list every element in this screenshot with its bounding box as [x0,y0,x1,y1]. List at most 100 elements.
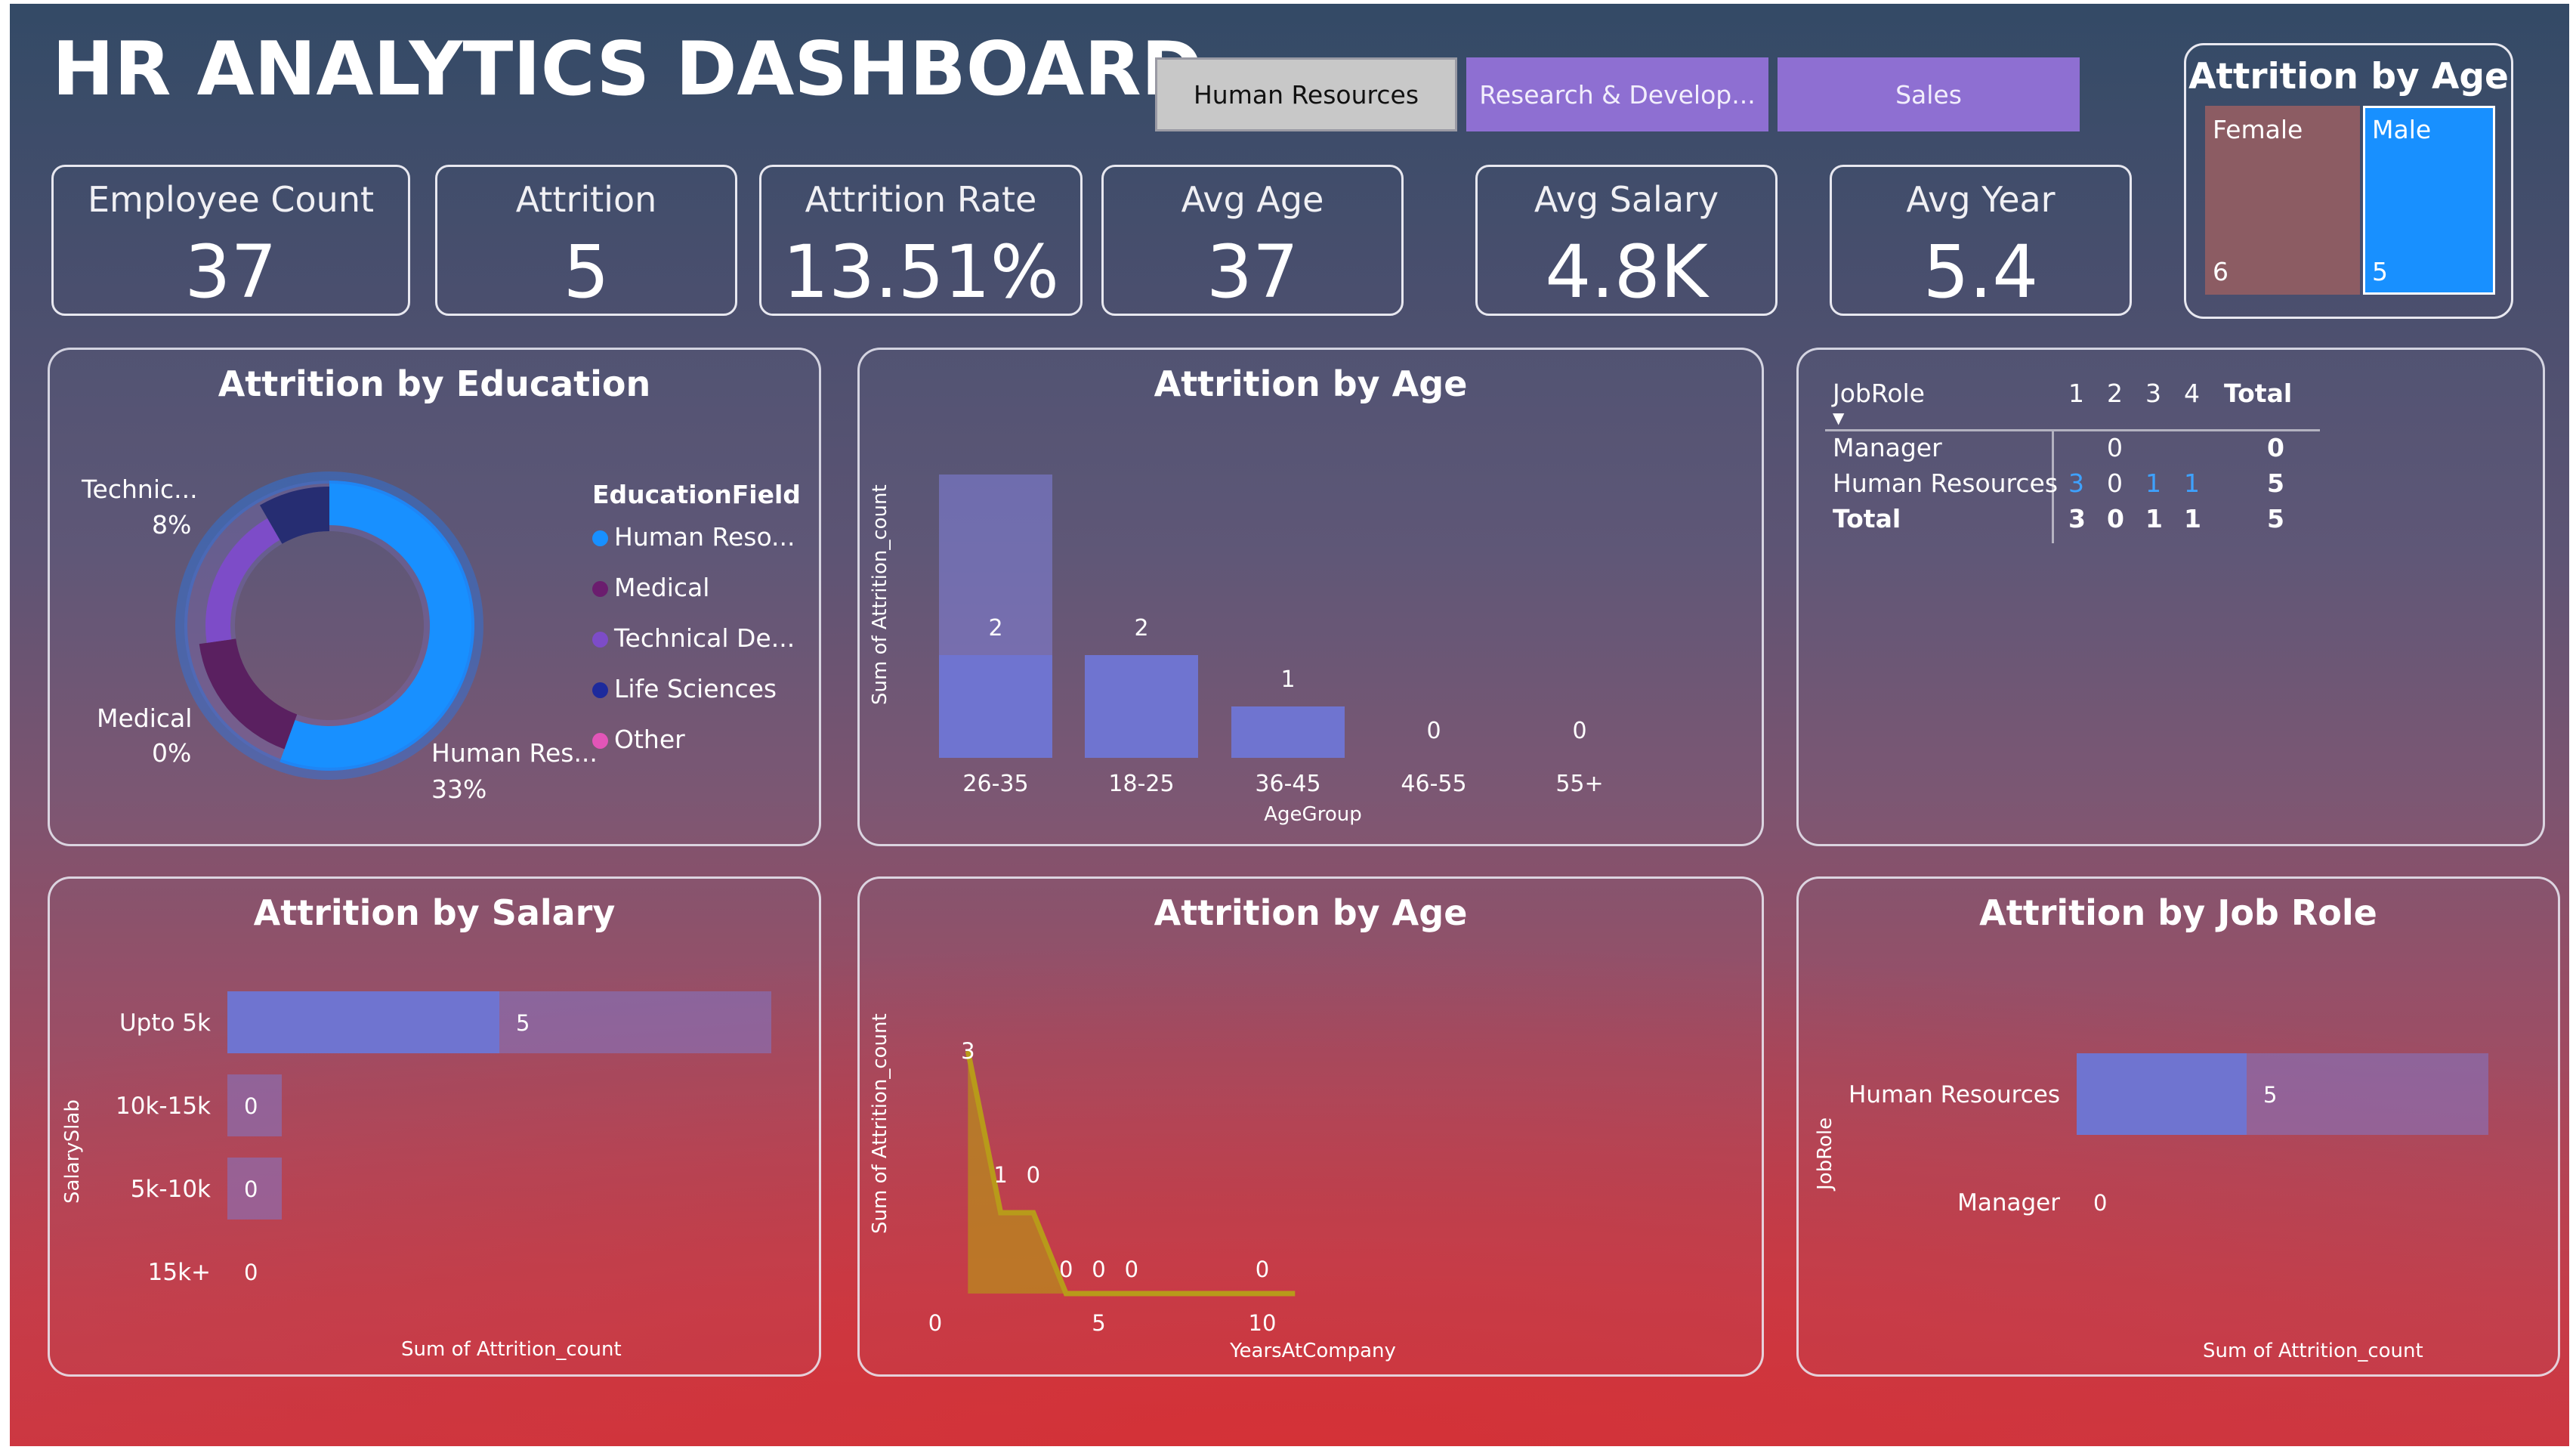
kpi-attrition-rate: Attrition Rate 13.51% [759,165,1083,316]
age-tick-label: 36-45 [1255,771,1320,797]
slicer-human-resources[interactable]: Human Resources [1155,57,1457,131]
kpi-attrition: Attrition 5 [435,165,737,316]
page-title: HR ANALYTICS DASHBOARD [52,26,1203,113]
salary-tick-label: 10k-15k [116,1093,211,1120]
matrix-col-1: 1 [2068,379,2084,408]
age-bar [939,655,1052,758]
kpi-avg-year: Avg Year 5.4 [1830,165,2132,316]
matrix-col-4: 4 [2184,379,2200,408]
years-data-label: 0 [1256,1257,1269,1282]
kpi-value: 4.8K [1545,230,1708,314]
salary-tick-label: 15k+ [148,1259,211,1286]
age-tick-label: 55+ [1555,771,1603,797]
legend-item-life-sciences[interactable]: Life Sciences [592,674,777,703]
years-data-label: 0 [1059,1257,1073,1282]
salary-bar [227,991,499,1053]
matrix-col-2: 2 [2107,379,2123,408]
years-data-label: 1 [993,1162,1007,1188]
legend-item-other[interactable]: Other [592,725,685,754]
slicer-sales[interactable]: Sales [1778,57,2080,131]
matrix-row-label: Total [1833,504,1901,533]
donut-label-medical: Medical [97,703,193,733]
matrix-header-jobrole[interactable]: JobRole [1833,379,1925,408]
donut-label-technical-pct: 8% [152,510,192,539]
dashboard-canvas: HR ANALYTICS DASHBOARD Human Resources R… [10,4,2569,1446]
kpi-avg-age: Avg Age 37 [1101,165,1404,316]
matrix-header-divider [1825,429,2320,431]
legend-item-medical[interactable]: Medical [592,573,709,602]
matrix-row-label: Human Resources [1833,468,2059,498]
matrix-cell: 0 [2107,468,2123,498]
age-bar-data-label: 0 [1572,718,1586,744]
matrix-cell: 3 [2068,504,2086,533]
gender-attrition-card: Attrition by Age Female 6 Male 5 [2184,43,2513,319]
age-tick-label: 26-35 [962,771,1028,797]
jobrole-panel: Attrition by Job Role JobRole Human Reso… [1796,876,2560,1377]
matrix-col-total: Total [2224,379,2293,408]
legend-title: EducationField [592,480,801,509]
matrix-cell: 1 [2184,504,2201,533]
matrix-cell: 0 [2107,504,2124,533]
matrix-cell: 3 [2068,468,2084,498]
age-bar-data-label: 0 [1426,718,1441,744]
matrix-cell: 1 [2145,504,2163,533]
jobrole-tick-label: Manager [1957,1189,2060,1216]
kpi-label: Avg Salary [1534,179,1719,220]
years-tick-label: 5 [1092,1310,1105,1336]
matrix-col-3: 3 [2145,379,2161,408]
jobrole-bar-data-label: 0 [2093,1190,2107,1216]
education-panel: Attrition by Education Technic... 8% Med… [48,348,821,846]
salary-bar-data-label: 0 [244,1260,258,1285]
age-column-panel: Attrition by Age Sum of Attrition_count … [857,348,1764,846]
salary-bar-data-label: 5 [516,1010,530,1036]
jobrole-bar [2077,1053,2247,1135]
age-bar [1085,655,1198,758]
jobrole-xlabel: Sum of Attrition_count [2203,1340,2423,1362]
matrix-row-label: Manager [1833,433,1942,462]
legend-label: Other [614,725,685,754]
kpi-label: Employee Count [87,179,375,220]
legend-item-human-resources[interactable]: Human Reso... [592,522,795,552]
jobrole-bar-data-label: 5 [2263,1082,2277,1108]
years-data-label: 0 [1092,1257,1105,1282]
legend-label: Life Sciences [614,674,777,703]
kpi-label: Avg Year [1906,179,2056,220]
treemap-male-label: Male [2372,115,2432,144]
age-bar-data-label: 1 [1280,666,1295,693]
kpi-label: Avg Age [1181,179,1324,220]
matrix-cell-total: 0 [2267,433,2284,462]
treemap-male-value: 5 [2372,257,2388,286]
salary-xlabel: Sum of Attrition_count [401,1338,622,1361]
age-bar-data-label: 2 [1134,615,1148,641]
matrix-cell: 1 [2145,468,2161,498]
years-panel: Attrition by Age Sum of Attrition_count … [857,876,1764,1377]
years-data-label: 0 [1027,1162,1040,1188]
kpi-value: 37 [1206,230,1299,314]
treemap-male[interactable]: Male 5 [2363,106,2495,295]
jobrole-tick-label: Human Resources [1849,1081,2060,1108]
donut-label-medical-pct: 0% [152,738,192,768]
age-bar-data-label: 2 [988,615,1002,641]
donut-label-hr-pct: 33% [431,774,487,804]
kpi-label: Attrition [515,179,657,220]
salary-bar-data-label: 0 [244,1176,258,1202]
jobrole-matrix-panel: JobRole ▼ 1 2 3 4 Total Manager 0 0 Huma… [1796,348,2545,846]
donut-label-technical: Technic... [82,475,198,504]
age-tick-label: 46-55 [1401,771,1466,797]
legend-label: Technical De... [614,623,795,653]
kpi-label: Attrition Rate [805,179,1037,220]
legend-item-technical-degree[interactable]: Technical De... [592,623,795,653]
years-data-label: 0 [1125,1257,1138,1282]
years-data-label: 3 [961,1038,974,1064]
years-xlabel: YearsAtCompany [1230,1340,1396,1362]
treemap-female[interactable]: Female 6 [2205,106,2360,295]
sort-arrow-icon[interactable]: ▼ [1833,409,1844,427]
age-tick-label: 18-25 [1108,771,1174,797]
legend-label: Human Reso... [614,522,795,552]
age-bar [1231,706,1345,758]
matrix-cell-total: 5 [2267,468,2284,498]
slicer-research-development[interactable]: Research & Develop... [1466,57,1768,131]
jobrole-bar-chart: Human Resources 5 Manager 0 [1849,1053,2488,1216]
treemap-female-value: 6 [2213,257,2229,286]
kpi-value: 5.4 [1923,230,2039,314]
